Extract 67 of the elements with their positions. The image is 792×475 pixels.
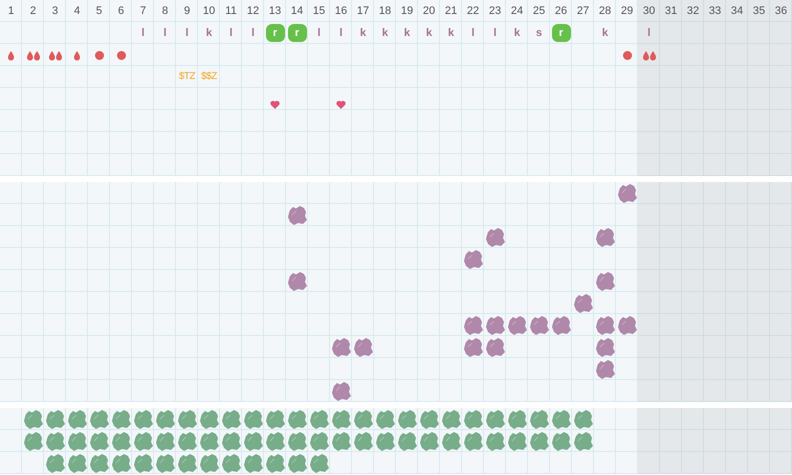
letter-mark: k <box>602 28 608 38</box>
day-number: 9 <box>184 4 190 19</box>
letter-mark: k <box>360 28 366 38</box>
drop-icon <box>74 50 80 60</box>
letter-mark: k <box>404 28 410 38</box>
day-number: 25 <box>532 4 546 19</box>
heart-icon <box>336 100 346 108</box>
day-number: 2 <box>30 4 36 19</box>
day-number: 26 <box>554 4 568 19</box>
day-number: 27 <box>576 4 590 19</box>
letter-mark: l <box>493 28 497 38</box>
day-number: 3 <box>52 4 58 19</box>
letter-mark: l <box>251 28 255 38</box>
letter-mark: k <box>426 28 432 38</box>
day-number: 18 <box>378 4 392 19</box>
day-number: 24 <box>510 4 524 19</box>
day-number: 6 <box>118 4 124 19</box>
letter-mark: l <box>471 28 475 38</box>
day-number: 4 <box>74 4 80 19</box>
day-number: 1 <box>8 4 14 19</box>
letter-mark: k <box>382 28 388 38</box>
letter-mark: l <box>185 28 189 38</box>
letter-mark: l <box>339 28 343 38</box>
day-number: 12 <box>246 4 260 19</box>
letter-mark: k <box>448 28 454 38</box>
day-number: 10 <box>202 4 216 19</box>
day-number: 35 <box>752 4 766 19</box>
day-number: 23 <box>488 4 502 19</box>
heart-icon <box>270 100 280 108</box>
day-number: 15 <box>312 4 326 19</box>
note-text: $$Z <box>201 72 217 82</box>
day-number: 13 <box>268 4 282 19</box>
letter-mark: l <box>317 28 321 38</box>
drop-icon <box>8 50 14 60</box>
letter-mark: k <box>206 28 212 38</box>
badge: r <box>288 24 306 42</box>
badge: r <box>266 24 284 42</box>
letter-mark: s <box>536 28 542 38</box>
day-number: 5 <box>96 4 102 19</box>
day-number: 8 <box>162 4 168 19</box>
day-number: 17 <box>356 4 370 19</box>
letter-mark: l <box>141 28 145 38</box>
day-number: 29 <box>620 4 634 19</box>
letter-mark: l <box>647 28 651 38</box>
drops-icon <box>642 50 656 60</box>
day-number: 34 <box>730 4 744 19</box>
day-number: 33 <box>708 4 722 19</box>
day-number: 14 <box>290 4 304 19</box>
note-text: $TZ <box>178 72 196 82</box>
day-number: 19 <box>400 4 414 19</box>
day-number: 7 <box>140 4 146 19</box>
day-number: 20 <box>422 4 436 19</box>
day-number: 31 <box>664 4 678 19</box>
day-number: 30 <box>642 4 656 19</box>
drops-icon <box>48 50 62 60</box>
day-number: 16 <box>334 4 348 19</box>
letter-mark: l <box>163 28 167 38</box>
day-number: 28 <box>598 4 612 19</box>
day-number: 22 <box>466 4 480 19</box>
letter-mark: k <box>514 28 520 38</box>
day-number: 36 <box>774 4 788 19</box>
day-number: 11 <box>225 4 237 19</box>
day-number: 32 <box>686 4 700 19</box>
badge: r <box>552 24 570 42</box>
day-number: 21 <box>444 4 458 19</box>
letter-mark: l <box>229 28 233 38</box>
drops-icon <box>26 50 40 60</box>
